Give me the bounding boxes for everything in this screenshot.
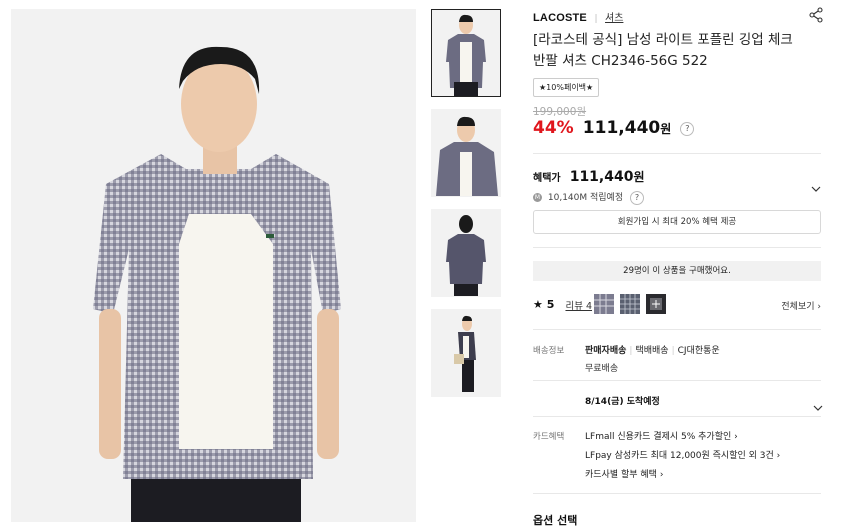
purchase-count-notice: 29명이 이 상품을 구매했어요. [533,261,821,281]
card-benefit-lfmall[interactable]: LFmall 신용카드 결제시 5% 추가할인 › [585,429,738,442]
price-row: 44% 111,440원 ? [533,118,695,140]
card-installment-benefit[interactable]: 카드사별 할부 혜택 › [585,467,663,480]
shipping-label: 배송정보 [533,346,565,356]
divider [533,380,821,381]
price-help-icon[interactable]: ? [680,121,695,136]
membership-benefit-button[interactable]: 회원가입 시 최대 20% 혜택 제공 [533,210,821,234]
divider [533,247,821,248]
shipping-option-courier: 택배배송 [635,346,669,356]
review-photo[interactable] [646,294,667,314]
benefit-price-value: 111,440 [569,169,634,185]
arrival-chevron-down-icon[interactable] [813,397,823,416]
thumbnail-3[interactable] [431,209,501,297]
separator: | [671,346,675,356]
view-all-reviews-link[interactable]: 전체보기 › [781,299,821,312]
points-icon: M [533,193,542,202]
thumbnail-1[interactable] [431,9,501,97]
shipping-option-carrier: CJ대한통운 [677,346,720,356]
review-photo[interactable] [594,294,614,314]
thumbnail-list [431,9,501,409]
divider [533,329,821,330]
points-row: M 10,140M 적립예정 ? [533,190,644,205]
product-title: [라코스테 공식] 남성 라이트 포플린 깅업 체크 반팔 셔츠 CH2346-… [533,32,793,69]
free-shipping: 무료배송 [585,364,619,374]
review-photo[interactable] [620,294,641,314]
rating-value: 5 [546,298,555,311]
thumbnail-4[interactable] [431,309,501,397]
main-product-image[interactable] [11,9,416,522]
sale-price-value: 111,440 [582,118,661,138]
review-row: ★ 5 리뷰 4 전체보기 › [533,294,821,316]
review-count-link[interactable]: 리뷰 4 [565,301,592,312]
payback-tag: ★10%페이백★ [533,78,600,97]
points-help-icon[interactable]: ? [630,190,644,205]
brand-name[interactable]: LACOSTE [533,12,587,24]
benefit-price-row[interactable]: 혜택가 111,440원 [533,166,821,192]
shipping-options: 판매자배송 | 택배배송 | CJ대한통운 [585,343,720,356]
benefit-price-unit: 원 [633,170,645,184]
benefit-label: 혜택가 [533,173,561,184]
chevron-down-icon[interactable] [811,178,821,197]
category-link[interactable]: 셔츠 [605,13,623,24]
sale-price: 111,440원 [583,118,671,138]
divider [533,153,821,154]
points-text: 10,140M 적립예정 [547,193,624,203]
card-benefit-label: 카드혜택 [533,432,565,442]
star-icon: ★ [533,298,543,311]
card-benefit-lfpay[interactable]: LFpay 삼성카드 최대 12,000원 즉시할인 외 3건 › [585,448,780,461]
discount-rate: 44% [533,118,574,138]
model-photo [11,9,416,522]
shipping-option-seller: 판매자배송 [585,346,627,356]
divider [533,416,821,417]
sale-price-unit: 원 [660,122,672,136]
original-price: 199,000원 [533,106,587,118]
arrival-date: 8/14(금) 도착예정 [585,397,660,407]
thumbnail-2[interactable] [431,109,501,197]
review-photo-list [594,294,667,314]
divider [533,493,821,494]
share-icon[interactable] [808,7,824,26]
option-select-heading: 옵션 선택 [533,514,578,527]
brand-separator: | [594,14,598,24]
benefit-price: 111,440원 [570,169,645,185]
star-rating: ★ 5 [533,298,554,311]
separator: | [629,346,633,356]
brand-row: LACOSTE | 셔츠 [533,7,824,26]
